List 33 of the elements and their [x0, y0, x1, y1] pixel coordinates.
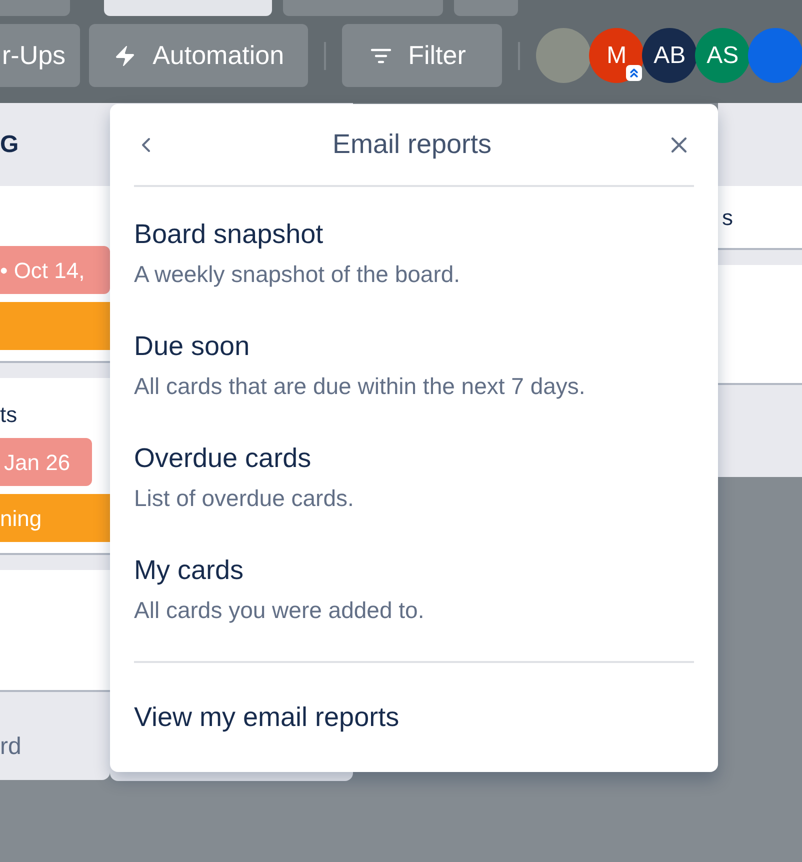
report-option[interactable]: Overdue cards: [134, 443, 694, 473]
toolbar-button[interactable]: r-Ups: [0, 24, 80, 87]
card[interactable]: ts Jan 26 ning: [0, 378, 110, 555]
report-option[interactable]: Board snapshot: [134, 219, 694, 249]
add-card-button[interactable]: rd: [0, 707, 110, 787]
report-description: All cards you were added to.: [134, 597, 426, 623]
automation-button[interactable]: Automation: [88, 24, 308, 87]
tab-background[interactable]: [283, 0, 443, 16]
report-description: List of overdue cards.: [134, 485, 355, 511]
due-date-badge: Jan 26: [0, 438, 92, 486]
card[interactable]: s: [718, 186, 802, 250]
list-title: G: [0, 130, 19, 160]
filter-button[interactable]: Filter: [342, 24, 502, 87]
card-label: ning: [0, 494, 110, 542]
card-title: s: [722, 204, 733, 232]
member-avatar[interactable]: AB: [642, 28, 698, 83]
tab-background[interactable]: [104, 0, 272, 16]
filter-icon: [370, 46, 392, 64]
card-title: ts: [0, 402, 18, 427]
member-avatar[interactable]: M: [589, 28, 644, 83]
card[interactable]: [718, 265, 802, 385]
report-description: A weekly snapshot of the board.: [134, 261, 462, 287]
member-avatar[interactable]: [748, 28, 802, 83]
tab-background[interactable]: [0, 0, 70, 16]
member-avatar[interactable]: AS: [695, 28, 750, 83]
report-description: All cards that are due within the next 7 days.: [134, 373, 586, 399]
report-option[interactable]: Due soon: [134, 331, 694, 361]
tab-background[interactable]: [454, 0, 518, 16]
card[interactable]: [0, 570, 110, 692]
due-date-badge: • Oct 14,: [0, 246, 110, 294]
report-option[interactable]: My cards: [134, 555, 694, 585]
popover-title: Email reports: [332, 128, 492, 162]
view-email-reports-link[interactable]: View my email reports: [134, 697, 694, 738]
